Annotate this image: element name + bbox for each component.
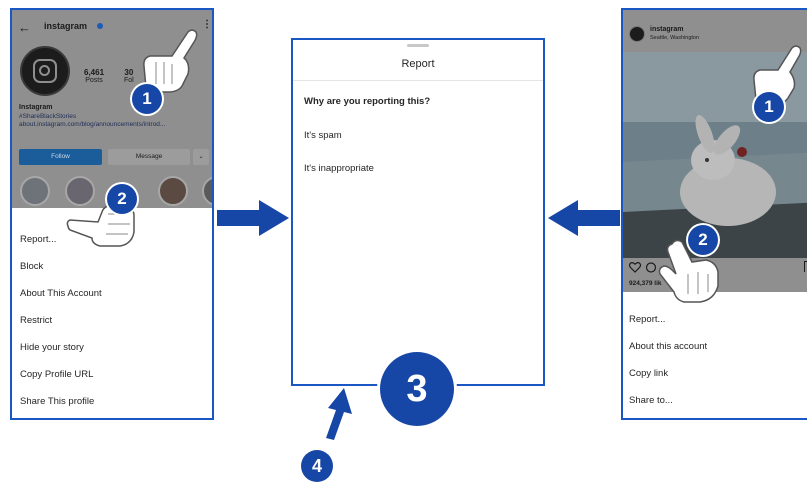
instagram-logo-icon <box>33 59 57 83</box>
option-spam[interactable]: It's spam <box>304 130 342 141</box>
report-title: Report <box>401 58 435 70</box>
heart-icon[interactable] <box>629 262 641 273</box>
divider <box>293 80 543 81</box>
menu-item-share-profile[interactable]: Share This profile <box>12 388 212 415</box>
profile-avatar[interactable] <box>20 46 70 96</box>
back-arrow-icon[interactable]: ← <box>18 20 31 35</box>
left-arrow-icon <box>548 200 620 236</box>
menu-item-block[interactable]: Block <box>12 253 212 280</box>
menu-item-copy-link[interactable]: Copy link <box>623 360 807 387</box>
likes-count[interactable]: 924,379 lik <box>629 280 662 287</box>
posts-stat: 6,461 Posts <box>84 68 104 84</box>
followers-count: 30 <box>124 68 134 77</box>
story-highlight[interactable] <box>202 176 212 206</box>
right-arrow-icon <box>217 200 289 236</box>
drag-handle[interactable] <box>407 44 429 47</box>
bio-name: Instagram <box>19 104 53 111</box>
follow-button[interactable]: Follow <box>19 149 102 165</box>
chevron-down-icon[interactable]: ⌄ <box>193 149 209 165</box>
menu-item-share-to[interactable]: Share to... <box>623 387 807 414</box>
more-options-icon[interactable]: ⋮ <box>202 19 212 30</box>
bio-hashtag[interactable]: #ShareBlackStories <box>19 113 76 120</box>
followers-stat: 30 Fol <box>124 68 134 84</box>
profile-username: instagram <box>44 21 88 31</box>
up-arrow-icon <box>326 388 352 440</box>
menu-item-about-account[interactable]: About This Account <box>12 280 212 307</box>
menu-item-hide-story[interactable]: Hide your story <box>12 334 212 361</box>
step-2-badge: 2 <box>107 184 137 214</box>
menu-item-report[interactable]: Report... <box>623 306 807 333</box>
step-1-badge: 1 <box>754 92 784 122</box>
story-highlight[interactable] <box>158 176 188 206</box>
menu-item-about-account[interactable]: About this account <box>623 333 807 360</box>
option-inappropriate[interactable]: It's inappropriate <box>304 163 374 174</box>
posts-count: 6,461 <box>84 68 105 77</box>
followers-label: Fol <box>124 77 134 84</box>
posts-label: Posts <box>85 77 103 84</box>
step-3-badge: 3 <box>380 352 454 426</box>
post-avatar[interactable] <box>629 26 645 42</box>
verified-badge-icon <box>97 23 103 29</box>
comment-icon[interactable] <box>645 262 657 273</box>
post-account-name[interactable]: instagram <box>650 26 683 33</box>
bio-link[interactable]: about.instagram.com/blog/announcements/i… <box>19 121 209 128</box>
step-2-badge: 2 <box>688 225 718 255</box>
post-location[interactable]: Seattle, Washington <box>650 35 699 41</box>
report-dialog-panel: Report Why are you reporting this? It's … <box>291 38 545 386</box>
post-options-sheet: Report... About this account Copy link S… <box>623 292 807 418</box>
message-button[interactable]: Message <box>108 149 190 165</box>
menu-item-copy-url[interactable]: Copy Profile URL <box>12 361 212 388</box>
report-question: Why are you reporting this? <box>304 96 431 107</box>
step-4-badge: 4 <box>301 450 333 482</box>
step-1-badge: 1 <box>132 84 162 114</box>
story-highlight[interactable] <box>20 176 50 206</box>
menu-item-restrict[interactable]: Restrict <box>12 307 212 334</box>
